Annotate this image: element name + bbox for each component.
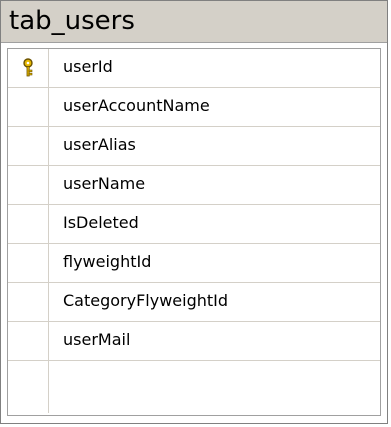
column-row-categoryflyweightid[interactable]: CategoryFlyweightId bbox=[8, 283, 380, 322]
column-name: userName bbox=[63, 174, 146, 193]
column-row-useraccountname[interactable]: userAccountName bbox=[8, 88, 380, 127]
column-name: CategoryFlyweightId bbox=[63, 291, 229, 310]
column-name: userMail bbox=[63, 330, 131, 349]
column-row-isdeleted[interactable]: IsDeleted bbox=[8, 205, 380, 244]
column-name: userAlias bbox=[63, 135, 136, 154]
row-selector[interactable] bbox=[8, 205, 49, 243]
table-title-bar[interactable]: tab_users bbox=[1, 1, 387, 43]
row-selector[interactable] bbox=[8, 244, 49, 282]
column-name: IsDeleted bbox=[63, 213, 139, 232]
row-selector[interactable] bbox=[8, 49, 49, 87]
column-name: userId bbox=[63, 57, 113, 76]
row-selector[interactable] bbox=[8, 166, 49, 204]
column-row-username[interactable]: userName bbox=[8, 166, 380, 205]
column-row-userid[interactable]: userId bbox=[8, 49, 380, 88]
table-window[interactable]: tab_users userId userAccountName userAli… bbox=[0, 0, 388, 424]
row-selector[interactable] bbox=[8, 283, 49, 321]
column-grid[interactable]: userId userAccountName userAlias userNam… bbox=[7, 48, 381, 416]
table-title: tab_users bbox=[9, 6, 135, 36]
column-name: userAccountName bbox=[63, 96, 210, 115]
row-selector[interactable] bbox=[8, 127, 49, 165]
column-row-usermail[interactable]: userMail bbox=[8, 322, 380, 361]
column-row-useralias[interactable]: userAlias bbox=[8, 127, 380, 166]
column-row-flyweightid[interactable]: flyweightId bbox=[8, 244, 380, 283]
row-selector[interactable] bbox=[8, 361, 49, 413]
column-name: flyweightId bbox=[63, 252, 152, 271]
new-column-row[interactable] bbox=[8, 361, 380, 415]
primary-key-icon bbox=[23, 58, 33, 77]
row-selector[interactable] bbox=[8, 88, 49, 126]
row-selector[interactable] bbox=[8, 322, 49, 360]
